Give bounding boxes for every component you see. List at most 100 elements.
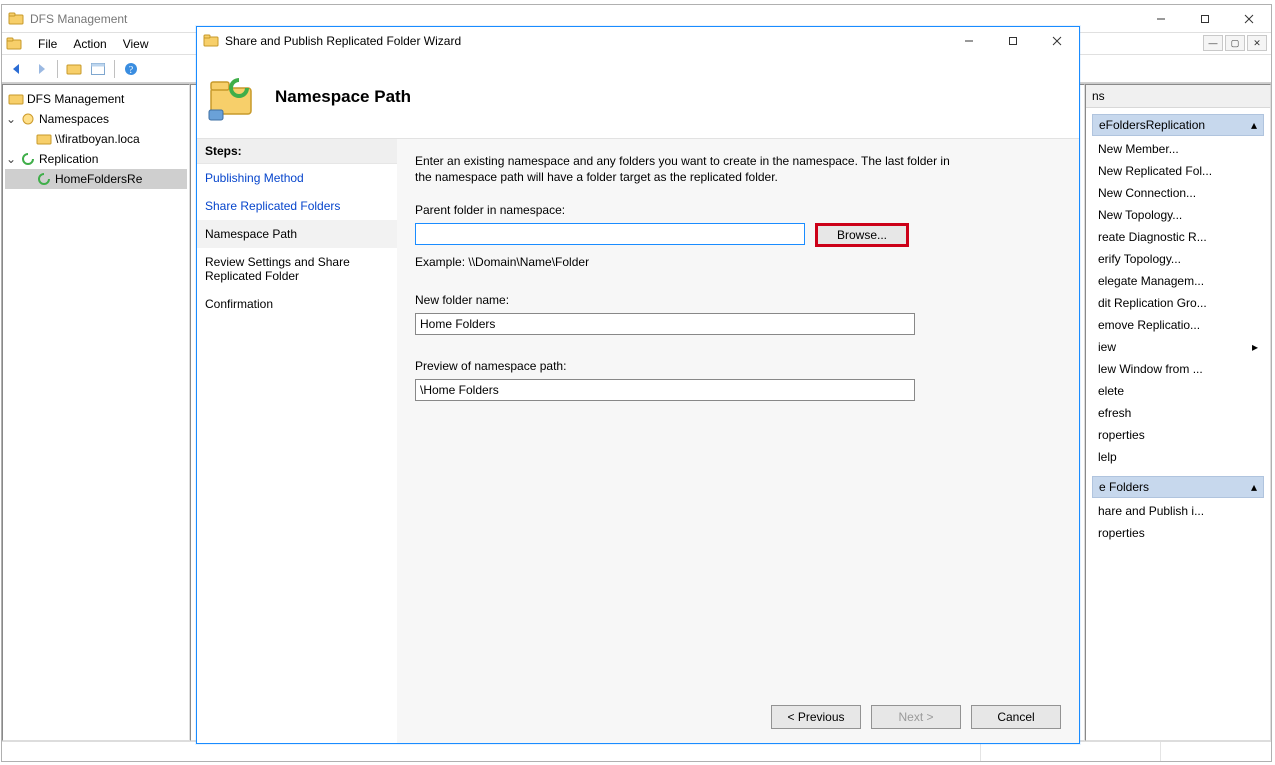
step-namespace-path[interactable]: Namespace Path [197,220,397,248]
status-segment [1161,742,1271,761]
menu-view[interactable]: View [115,35,157,53]
action-label: emove Replicatio... [1098,318,1200,332]
chevron-right-icon: ▸ [1252,340,1258,354]
action-edit-replication-group[interactable]: dit Replication Gro... [1092,292,1264,314]
replication-icon [20,151,36,167]
forward-button[interactable] [30,58,52,80]
step-publishing-method[interactable]: Publishing Method [197,164,397,192]
action-help[interactable]: lelp [1092,446,1264,468]
wizard-steps: Steps: Publishing Method Share Replicate… [197,139,397,743]
parent-folder-input[interactable] [415,223,805,245]
actions-group-folders-label: e Folders [1099,480,1149,494]
action-delete[interactable]: elete [1092,380,1264,402]
namespaces-icon [20,111,36,127]
action-label: lelp [1098,450,1117,464]
wizard-maximize-button[interactable] [991,27,1035,55]
tree-namespaces[interactable]: ⌄ Namespaces [5,109,187,129]
next-button[interactable]: Next > [871,705,961,729]
action-new-window[interactable]: lew Window from ... [1092,358,1264,380]
main-close-button[interactable] [1227,5,1271,33]
wizard-body: Steps: Publishing Method Share Replicate… [197,139,1079,743]
action-label: hare and Publish i... [1098,504,1204,518]
preview-readonly: \Home Folders [415,379,915,401]
namespace-item-icon [36,131,52,147]
main-minimize-button[interactable] [1139,5,1183,33]
action-create-diagnostic[interactable]: reate Diagnostic R... [1092,226,1264,248]
action-label: New Replicated Fol... [1098,164,1212,178]
actions-group-replication-label: eFoldersReplication [1099,118,1205,132]
actions-group-folders[interactable]: e Folders ▴ [1092,476,1264,498]
action-label: elete [1098,384,1124,398]
mdi-close-button[interactable]: ✕ [1247,35,1267,51]
action-new-member[interactable]: New Member... [1092,138,1264,160]
action-label: iew [1098,340,1116,354]
actions-pane: ns eFoldersReplication ▴ New Member... N… [1085,84,1271,741]
step-review[interactable]: Review Settings and Share Replicated Fol… [197,248,397,290]
tree-root-icon [8,91,24,107]
actions-group-replication[interactable]: eFoldersReplication ▴ [1092,114,1264,136]
main-window-controls [1139,5,1271,33]
wizard-icon [203,33,219,49]
action-share-and-publish[interactable]: hare and Publish i... [1092,500,1264,522]
chevron-down-icon[interactable]: ⌄ [5,112,17,126]
action-verify-topology[interactable]: erify Topology... [1092,248,1264,270]
app-icon [8,11,24,27]
new-folder-label: New folder name: [415,293,1061,307]
toolbar-separator [57,60,58,78]
step-share-replicated[interactable]: Share Replicated Folders [197,192,397,220]
wizard-minimize-button[interactable] [947,27,991,55]
new-folder-input[interactable] [415,313,915,335]
action-refresh[interactable]: efresh [1092,402,1264,424]
browse-button[interactable]: Browse... [815,223,909,247]
mdi-minimize-button[interactable]: — [1203,35,1223,51]
back-button[interactable] [6,58,28,80]
action-label: roperties [1098,428,1145,442]
action-new-connection[interactable]: New Connection... [1092,182,1264,204]
action-new-topology[interactable]: New Topology... [1092,204,1264,226]
status-segment [2,742,981,761]
tree-homefolders-label: HomeFoldersRe [55,172,142,186]
action-delegate-management[interactable]: elegate Managem... [1092,270,1264,292]
action-label: dit Replication Gro... [1098,296,1207,310]
toolbar-separator-2 [114,60,115,78]
tree-homefolders[interactable]: HomeFoldersRe [5,169,187,189]
tree-replication-label: Replication [39,152,98,166]
cancel-button[interactable]: Cancel [971,705,1061,729]
collapse-icon[interactable]: ▴ [1251,480,1257,494]
wizard-instructions: Enter an existing namespace and any fold… [415,153,955,185]
wizard-window-controls [947,27,1079,55]
action-properties-2[interactable]: roperties [1092,522,1264,544]
statusbar [2,741,1271,761]
action-label: reate Diagnostic R... [1098,230,1207,244]
action-label: elegate Managem... [1098,274,1204,288]
wizard-window-title: Share and Publish Replicated Folder Wiza… [225,34,947,48]
tree-replication[interactable]: ⌄ Replication [5,149,187,169]
action-label: efresh [1098,406,1131,420]
toolbar-help-icon[interactable]: ? [120,58,142,80]
tree-namespace-item-label: \\firatboyan.loca [55,132,140,146]
action-new-replicated-folder[interactable]: New Replicated Fol... [1092,160,1264,182]
action-label: New Topology... [1098,208,1182,222]
action-label: erify Topology... [1098,252,1181,266]
menu-action[interactable]: Action [65,35,114,53]
action-view[interactable]: iew ▸ [1092,336,1264,358]
tree-root[interactable]: DFS Management [5,89,187,109]
wizard-header: Namespace Path [197,55,1079,139]
replication-item-icon [36,171,52,187]
action-remove-replication[interactable]: emove Replicatio... [1092,314,1264,336]
toolbar-calendar-icon[interactable] [87,58,109,80]
mdi-controls: — ▢ ✕ [1203,35,1267,51]
action-properties[interactable]: roperties [1092,424,1264,446]
collapse-icon[interactable]: ▴ [1251,118,1257,132]
main-maximize-button[interactable] [1183,5,1227,33]
previous-button[interactable]: < Previous [771,705,861,729]
chevron-down-icon[interactable]: ⌄ [5,152,17,166]
menu-file[interactable]: File [30,35,65,53]
toolbar-folder-icon[interactable] [63,58,85,80]
tree-pane[interactable]: DFS Management ⌄ Namespaces \\firatboyan… [2,84,190,741]
step-confirmation[interactable]: Confirmation [197,290,397,318]
wizard-dialog: Share and Publish Replicated Folder Wiza… [196,26,1080,744]
tree-namespace-item[interactable]: \\firatboyan.loca [5,129,187,149]
mdi-restore-button[interactable]: ▢ [1225,35,1245,51]
wizard-close-button[interactable] [1035,27,1079,55]
